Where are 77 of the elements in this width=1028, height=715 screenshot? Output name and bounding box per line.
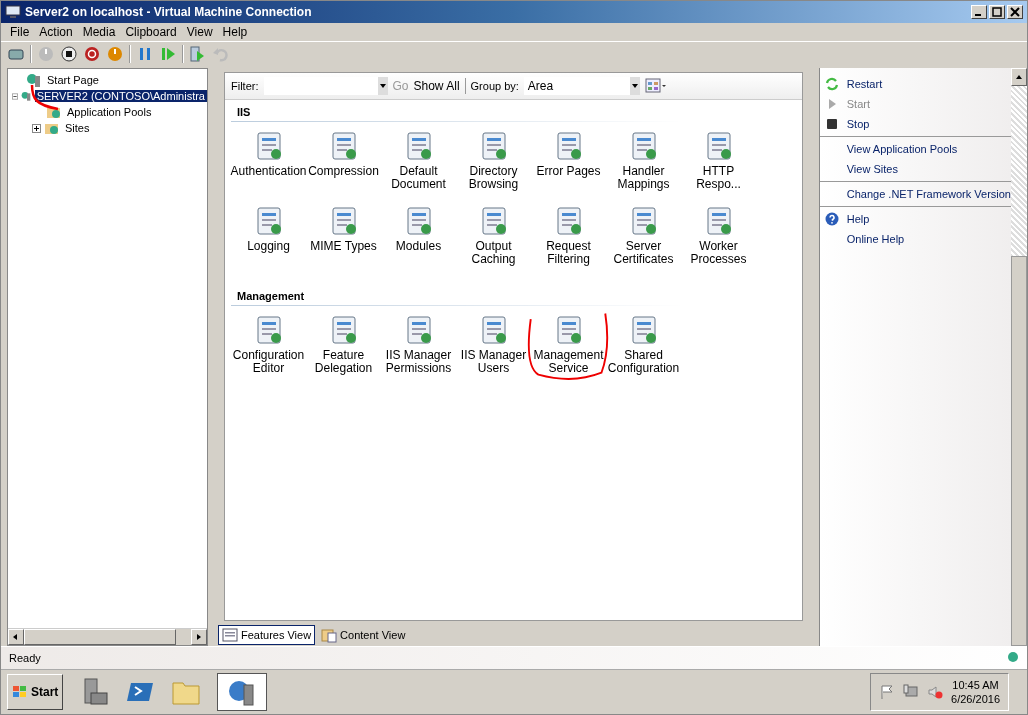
feature-label[interactable]: Request Filtering <box>531 240 606 266</box>
menu-item[interactable]: Media <box>77 25 121 39</box>
minimize-icon <box>974 14 981 16</box>
feature-label[interactable]: Handler Mappings <box>606 165 681 191</box>
action-link[interactable]: Change .NET Framework Version <box>846 188 1011 200</box>
start-button[interactable]: Start <box>7 674 64 710</box>
action-link[interactable]: View Application Pools <box>846 143 958 155</box>
section-heading: Management <box>236 289 306 304</box>
stop-icon <box>824 117 839 131</box>
view-tab[interactable]: Content View <box>317 625 410 645</box>
menu-item[interactable]: Clipboard <box>120 25 182 39</box>
feature-label[interactable]: Shared Configuration <box>606 349 681 375</box>
action-link[interactable]: Online Help <box>846 233 905 245</box>
feature-label[interactable]: Modules <box>395 240 442 253</box>
feature-label[interactable]: IIS Manager Permissions <box>381 349 456 375</box>
feature-label[interactable]: Directory Browsing <box>456 165 531 191</box>
feature-label[interactable]: Server Certificates <box>606 240 681 266</box>
vertical-scrollbar[interactable] <box>1011 68 1027 646</box>
view-grid-icon[interactable] <box>644 78 667 94</box>
windows-logo-icon <box>12 685 28 699</box>
menu-item[interactable]: File <box>5 25 35 39</box>
feature-label[interactable]: MIME Types <box>310 240 377 253</box>
feature-label[interactable]: Default Document <box>381 165 456 191</box>
close-icon <box>1010 7 1020 17</box>
tree-item[interactable]: Start Page <box>45 74 101 86</box>
show-all-button[interactable]: Show All <box>413 79 460 93</box>
maximize-button[interactable] <box>989 5 1005 19</box>
help-icon <box>824 212 839 226</box>
list-icon <box>222 627 238 643</box>
action-link[interactable]: Restart <box>846 78 883 90</box>
maximize-icon <box>992 7 1002 17</box>
feature-label[interactable]: Logging <box>247 240 290 253</box>
feature-label[interactable]: Configuration Editor <box>231 349 306 375</box>
group-by-label: Group by: <box>470 80 519 92</box>
feature-label[interactable]: HTTP Respo... <box>681 165 756 191</box>
view-tab[interactable]: Features View <box>218 625 316 645</box>
menu-item[interactable]: Help <box>217 25 253 39</box>
feature-label[interactable]: Output Caching <box>456 240 531 266</box>
clock-date: 6/26/2016 <box>951 692 1000 706</box>
stop-icon[interactable] <box>60 45 78 63</box>
filter-field[interactable] <box>263 77 388 95</box>
minimize-button[interactable] <box>971 5 987 19</box>
tree-item[interactable]: SERVER2 (CONTOSO\Administra <box>34 90 207 102</box>
section-heading: IIS <box>236 105 252 120</box>
globe-icon <box>1007 651 1019 665</box>
action-link[interactable]: View Sites <box>846 163 898 175</box>
group-by-dropdown[interactable]: Area <box>523 77 640 95</box>
feature-label[interactable]: IIS Manager Users <box>456 349 531 375</box>
tree-item[interactable]: Sites <box>63 122 92 134</box>
window-title: Server2 on localhost - Virtual Machine Connection <box>25 5 313 19</box>
feature-label[interactable]: Management Service <box>531 349 606 375</box>
horizontal-scrollbar[interactable] <box>8 628 207 645</box>
expand-toggle[interactable] <box>32 123 41 133</box>
close-button[interactable] <box>1007 5 1023 19</box>
menu-item[interactable]: View <box>181 25 218 39</box>
feature-label[interactable]: Authentication <box>230 165 307 178</box>
power-icon[interactable] <box>83 45 101 63</box>
refresh-icon <box>824 77 839 91</box>
feature-label[interactable]: Feature Delegation <box>306 349 381 375</box>
menu-item[interactable]: Action <box>34 25 78 39</box>
tree-item[interactable]: Application Pools <box>65 106 154 118</box>
feature-label[interactable]: Error Pages <box>536 165 601 178</box>
server-globe-icon[interactable] <box>217 673 268 711</box>
clock-time: 10:45 AM <box>952 678 999 692</box>
action-link[interactable]: Help <box>846 213 870 225</box>
muted-speaker-icon[interactable] <box>927 684 944 700</box>
action-link[interactable]: Stop <box>846 118 870 130</box>
collapse-toggle[interactable] <box>12 91 18 101</box>
network-icon[interactable] <box>903 684 920 700</box>
status-text: Ready <box>9 652 41 664</box>
monitor-icon <box>5 4 21 20</box>
group-by-value: Area <box>527 79 554 93</box>
feature-label[interactable]: Compression <box>308 165 379 178</box>
filter-label: Filter: <box>231 80 259 92</box>
feature-label[interactable]: Worker Processes <box>681 240 756 266</box>
folder-document-icon <box>321 627 338 643</box>
power-icon[interactable] <box>106 45 124 63</box>
